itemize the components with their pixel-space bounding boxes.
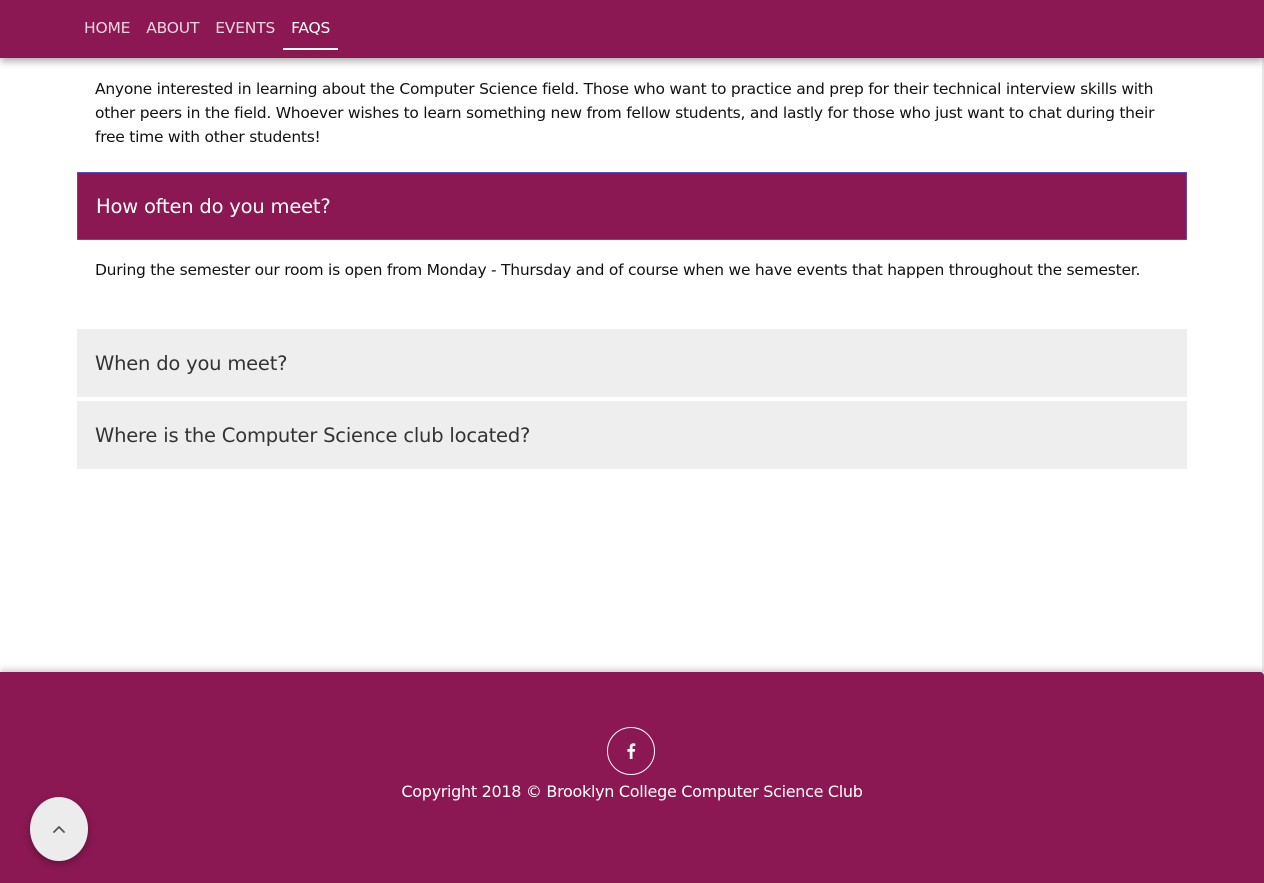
faq-answer-1: Anyone interested in learning about the …: [95, 80, 1155, 146]
faq-accordion: Anyone interested in learning about the …: [77, 58, 1187, 473]
faq-question-label: When do you meet?: [95, 351, 288, 375]
faq-question-label: Where is the Computer Science club locat…: [95, 423, 531, 447]
faq-answer-2: During the semester our room is open fro…: [95, 261, 1141, 279]
nav-list: HOME ABOUT EVENTS FAQS: [84, 0, 339, 58]
facebook-button[interactable]: [607, 727, 655, 775]
footer: Copyright 2018 © Brooklyn College Comput…: [0, 672, 1264, 883]
navbar: HOME ABOUT EVENTS FAQS: [0, 0, 1264, 58]
nav-item-events[interactable]: EVENTS: [207, 0, 283, 48]
facebook-icon: [627, 743, 636, 759]
faq-question-when[interactable]: When do you meet?: [77, 329, 1187, 397]
nav-item-home[interactable]: HOME: [84, 0, 138, 48]
faq-question-where[interactable]: Where is the Computer Science club locat…: [77, 401, 1187, 469]
chevron-up-icon: [53, 826, 65, 833]
page: HOME ABOUT EVENTS FAQS Anyone interested…: [0, 0, 1264, 883]
nav-item-faqs[interactable]: FAQS: [283, 0, 339, 50]
faq-question-how-often[interactable]: How often do you meet?: [77, 172, 1187, 240]
copyright-text: Copyright 2018 © Brooklyn College Comput…: [401, 782, 863, 801]
nav-item-about[interactable]: ABOUT: [138, 0, 207, 48]
back-to-top-button[interactable]: [30, 797, 88, 861]
faq-question-label: How often do you meet?: [96, 194, 331, 218]
